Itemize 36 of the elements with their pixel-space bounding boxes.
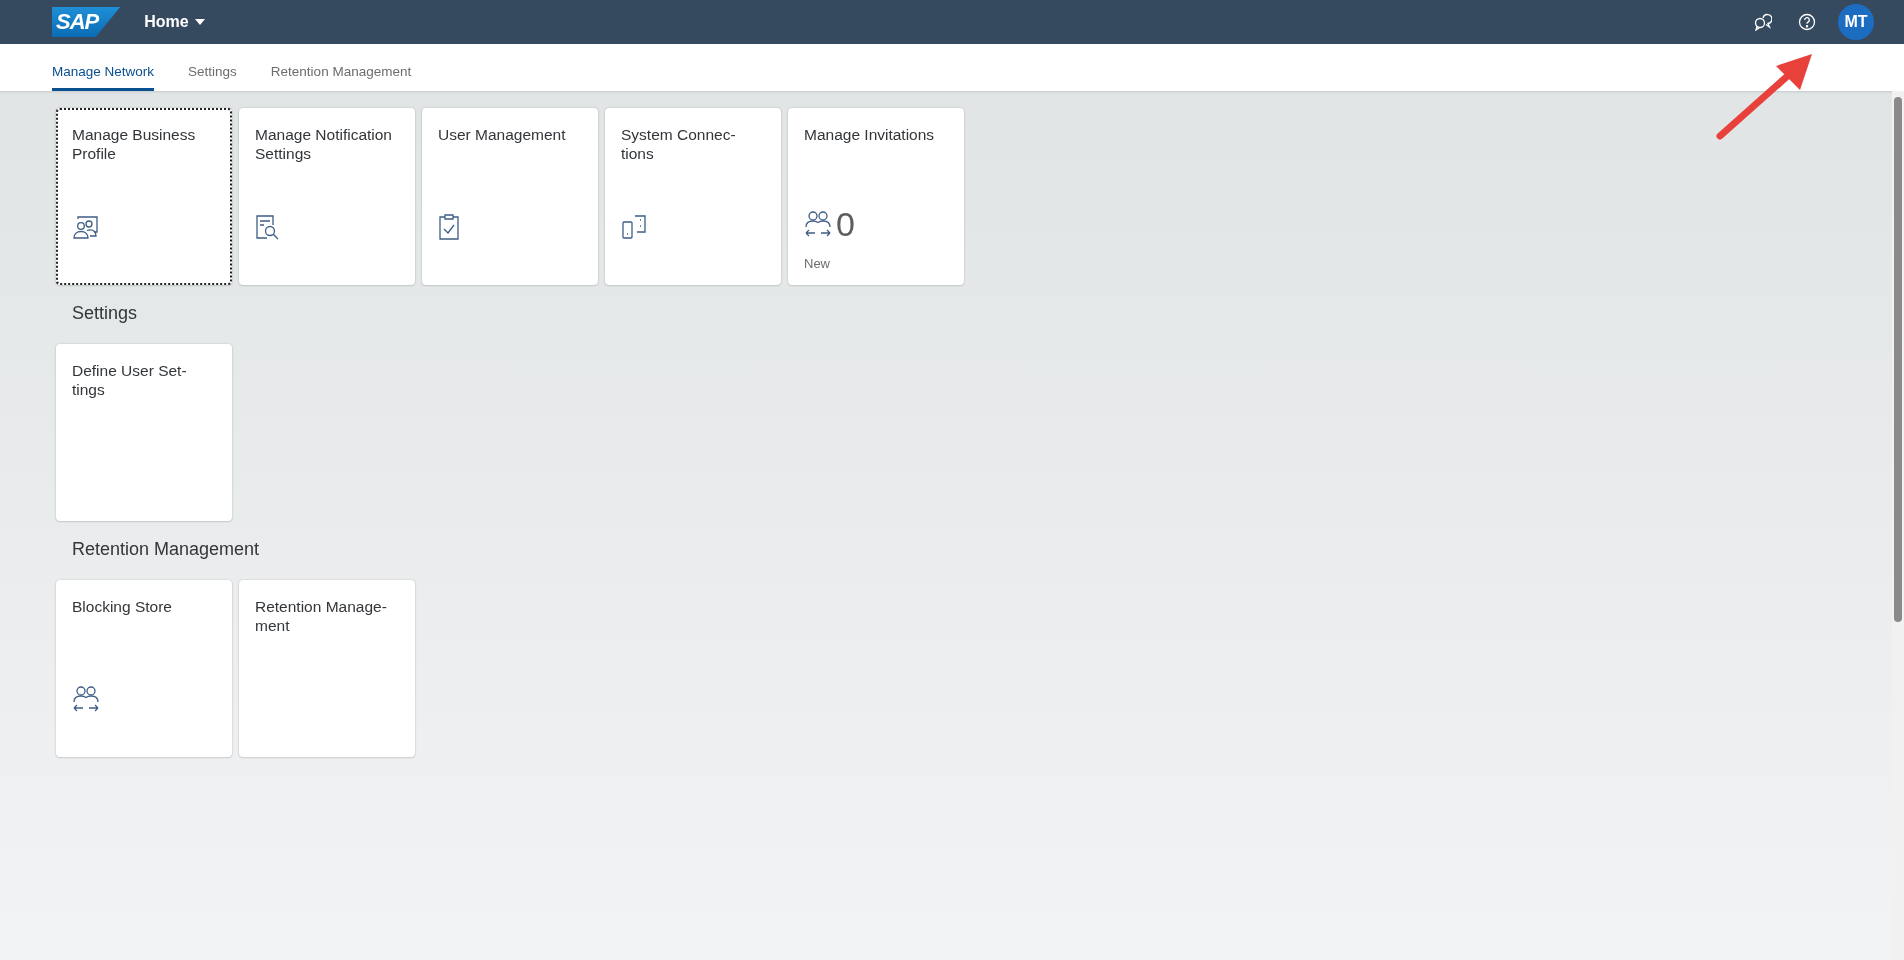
user-avatar[interactable]: MT	[1838, 4, 1874, 40]
tab[interactable]: Settings	[188, 44, 237, 91]
caret-icon	[194, 19, 205, 25]
scrollbar-thumb[interactable]	[1894, 97, 1902, 622]
tile[interactable]: Retention Manage- ment	[239, 580, 415, 757]
tile-title: User Management	[438, 125, 567, 144]
logo[interactable]: SAP	[52, 7, 121, 37]
help-icon[interactable]	[1798, 13, 1816, 31]
tile[interactable]: Blocking Store	[56, 580, 232, 757]
tile-title: System Connec- tions	[621, 125, 737, 163]
tile[interactable]: Manage Invitations 0 New	[788, 108, 964, 285]
tile-title: Manage Invitations	[804, 125, 936, 144]
speech-bubbles-icon[interactable]	[1754, 13, 1772, 31]
tab[interactable]: Manage Network	[52, 44, 155, 91]
people-icon	[72, 215, 98, 239]
tile-title: Manage Notification Settings	[255, 125, 393, 163]
tile-footer: New	[804, 256, 830, 271]
tile-count: 0	[836, 207, 855, 241]
devices-icon	[621, 215, 647, 239]
people-arrows-icon	[72, 685, 100, 713]
tile[interactable]: Define User Set- tings	[56, 344, 232, 521]
tile-title: Manage Business Profile	[72, 125, 197, 163]
tab[interactable]: Retention Management	[270, 44, 412, 91]
tile-title: Blocking Store	[72, 597, 173, 616]
people-arrows-icon	[804, 210, 832, 238]
tile-title: Retention Manage- ment	[255, 597, 388, 635]
tile[interactable]: Manage Notification Settings	[239, 108, 415, 285]
document-search-icon	[255, 214, 281, 240]
section-heading: Retention Management	[71, 538, 261, 561]
tile-title: Define User Set- tings	[72, 361, 188, 399]
clipboard-check-icon	[438, 214, 460, 240]
home-menu-button[interactable]: Home	[140, 9, 209, 35]
tile[interactable]: User Management	[422, 108, 598, 285]
tile[interactable]: Manage Business Profile	[56, 108, 232, 285]
tile[interactable]: System Connec- tions	[605, 108, 781, 285]
section-heading: Settings	[71, 302, 139, 325]
